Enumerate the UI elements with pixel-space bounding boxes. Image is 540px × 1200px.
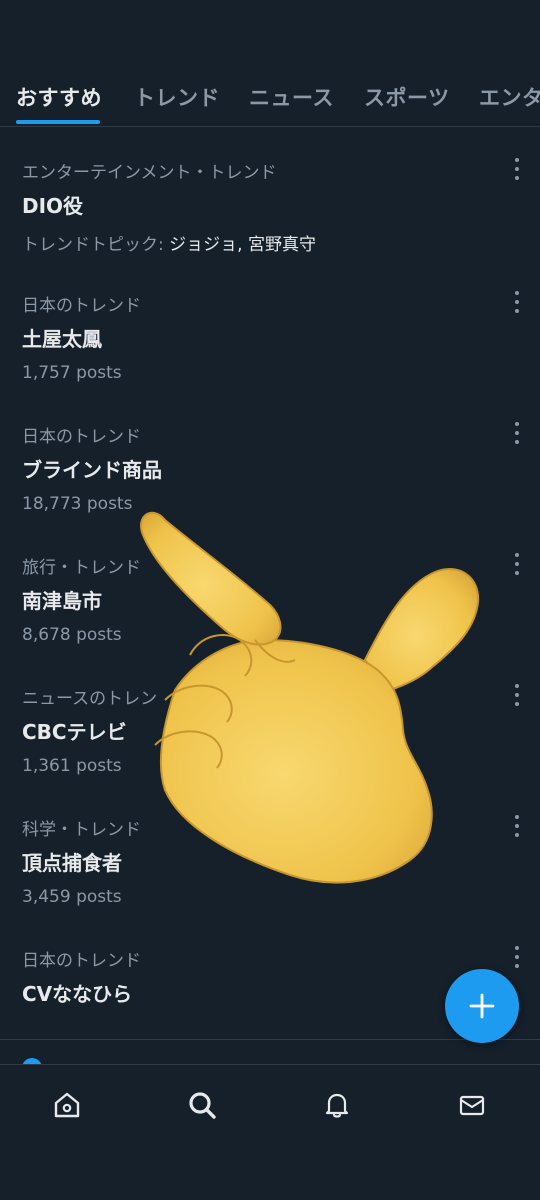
mail-icon: [459, 1095, 485, 1116]
trend-category: 科学・トレンド: [22, 820, 141, 840]
tab-recommended[interactable]: おすすめ: [16, 82, 102, 112]
more-vertical-icon[interactable]: [512, 291, 522, 313]
tab-news[interactable]: ニュース: [249, 82, 334, 112]
nav-home[interactable]: [47, 1085, 87, 1125]
more-vertical-icon[interactable]: [512, 158, 522, 180]
trend-name: CBCテレビ: [22, 720, 127, 744]
tab-trending[interactable]: トレンド: [134, 82, 220, 112]
more-vertical-icon[interactable]: [512, 684, 522, 706]
nav-messages[interactable]: [452, 1085, 492, 1125]
trend-name: 土屋太鳳: [22, 327, 102, 351]
trend-category: 旅行・トレンド: [22, 558, 141, 578]
tab-entertainment[interactable]: エンタ: [479, 82, 540, 112]
section-divider: [0, 1039, 540, 1040]
more-vertical-icon[interactable]: [512, 553, 522, 575]
plus-icon: [469, 993, 495, 1019]
more-vertical-icon[interactable]: [512, 422, 522, 444]
bottom-navigation: [0, 1064, 540, 1200]
explore-tabs: おすすめ トレンド ニュース スポーツ エンタ: [0, 60, 540, 127]
trend-post-count: 3,459 posts: [22, 887, 122, 907]
trend-topic-value: ジョジョ, 宮野真守: [169, 235, 316, 255]
trend-category: 日本のトレンド: [22, 427, 141, 447]
trend-name: DIO役: [22, 194, 84, 218]
search-icon: [189, 1092, 216, 1119]
home-icon: [54, 1092, 80, 1118]
tab-sports[interactable]: スポーツ: [364, 82, 450, 112]
trend-category: 日本のトレンド: [22, 951, 141, 971]
explore-page: おすすめ トレンド ニュース スポーツ エンタ エンターテインメント・トレンド …: [0, 0, 540, 1200]
more-vertical-icon[interactable]: [512, 946, 522, 968]
more-vertical-icon[interactable]: [512, 815, 522, 837]
trend-category: エンターテインメント・トレンド: [22, 163, 277, 183]
trend-name: 頂点捕食者: [22, 851, 122, 875]
nav-notifications[interactable]: [317, 1085, 357, 1125]
nav-search[interactable]: [182, 1085, 222, 1125]
trend-post-count: 18,773 posts: [22, 494, 133, 514]
compose-button[interactable]: [445, 969, 519, 1043]
trend-post-count: 1,361 posts: [22, 756, 122, 776]
trend-topic-prefix: トレンドトピック:: [22, 235, 170, 255]
backhand-index-pointing-left-emoji: [140, 511, 480, 884]
trend-post-count: 8,678 posts: [22, 625, 122, 645]
trend-topics: トレンドトピック: ジョジョ, 宮野真守: [22, 230, 316, 255]
bell-icon: [325, 1093, 349, 1118]
trend-category: 日本のトレンド: [22, 296, 141, 316]
trend-name: ブラインド商品: [22, 458, 162, 482]
active-tab-indicator: [16, 120, 100, 124]
trend-name: 南津島市: [22, 589, 102, 613]
trend-post-count: 1,757 posts: [22, 363, 122, 383]
trend-name: CVななひら: [22, 982, 133, 1006]
